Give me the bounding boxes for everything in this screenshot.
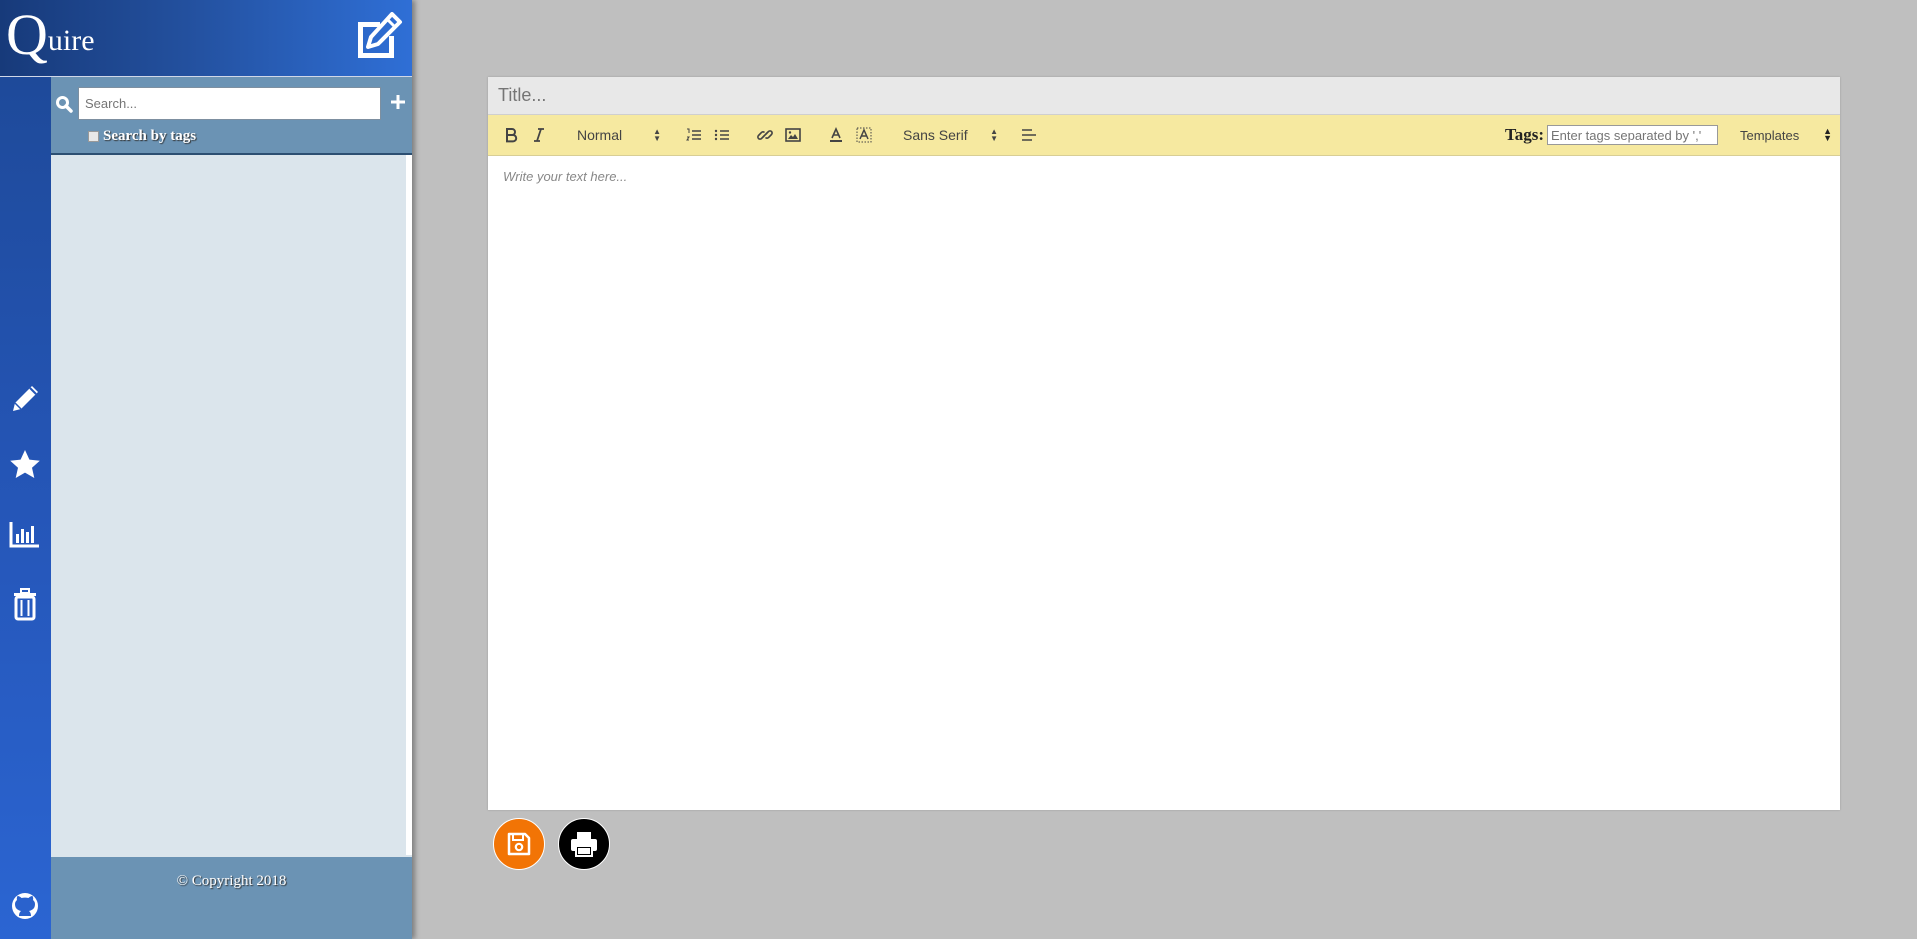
body-placeholder: Write your text here... [503,169,628,184]
bullet-list-button[interactable] [713,125,731,145]
templates-select[interactable]: Templates ▲ ▼ [1740,124,1836,146]
add-note-button[interactable] [387,86,409,116]
logo-rest: uire [47,24,95,57]
save-button[interactable] [493,818,545,870]
note-list[interactable] [51,155,412,855]
font-select[interactable]: Sans Serif ▲ ▼ [903,123,998,147]
select-arrows-icon: ▲ ▼ [990,127,998,143]
github-link[interactable] [8,889,42,923]
image-button[interactable] [784,125,802,145]
italic-button[interactable] [530,125,548,145]
search-input[interactable] [78,87,381,120]
brand-header: Quire [0,0,412,77]
font-select-value: Sans Serif [903,127,968,143]
tags-input[interactable] [1547,125,1718,145]
templates-label: Templates [1740,127,1800,143]
text-color-button[interactable] [827,125,845,145]
editor-toolbar: Normal ▲ ▼ Sans Serif ▲ ▼ Tags: Enter ta… [488,115,1840,156]
search-by-tags-checkbox[interactable] [88,131,99,142]
text-color-icon [830,127,842,142]
app: Quire Search... Search by tags © Copyrig… [0,0,1917,939]
bar-chart-icon [9,522,39,548]
tags-label: Tags: [1505,125,1545,144]
app-logo: Quire [6,6,95,64]
print-button[interactable] [558,818,610,870]
plus-icon [391,95,405,109]
ordered-list-button[interactable] [685,125,703,145]
image-icon [785,128,801,142]
sort-arrows-icon: ▲ ▼ [1823,126,1832,143]
search-area: Search by tags [51,77,412,155]
edit-square-icon [358,12,402,58]
stats-nav-button[interactable] [8,517,42,551]
background-color-icon [856,127,872,143]
pencil-icon [13,386,38,411]
sidebar: Quire Search... Search by tags © Copyrig… [0,0,412,939]
star-icon [10,450,40,478]
title-input[interactable] [488,77,1840,115]
link-button[interactable] [756,125,774,145]
search-icon [56,96,73,113]
edit-nav-button[interactable] [8,382,42,416]
ordered-list-icon [686,128,701,141]
search-by-tags-toggle[interactable]: Search by tags [88,128,196,145]
search-by-tags-label: Search by tags [103,128,197,144]
favorites-nav-button[interactable] [8,448,42,482]
icon-rail [0,77,51,939]
note-editor: Normal ▲▼ [488,77,1840,810]
editor-body[interactable]: Write your text here... [488,156,1840,810]
trash-icon [14,588,36,621]
github-icon [12,893,38,919]
new-note-button[interactable] [352,12,404,60]
background-color-button[interactable] [855,125,873,145]
bold-icon [506,128,518,143]
align-button[interactable] [1020,125,1038,145]
bold-button[interactable] [502,125,520,145]
select-arrows-icon: ▲ ▼ [653,127,661,143]
printer-icon [571,832,597,857]
trash-nav-button[interactable] [8,587,42,621]
header-select-value: Normal [577,127,623,143]
floppy-disk-icon [507,832,531,856]
copyright-text: © Copyright 2018 [176,873,287,889]
notes-panel: Search by tags © Copyright 2018 [51,77,412,939]
logo-initial: Q [6,2,48,67]
header-select[interactable]: Normal ▲ ▼ [577,123,661,147]
bullet-list-icon [714,129,729,141]
align-left-icon [1022,129,1036,141]
sidebar-footer: © Copyright 2018 [51,857,412,939]
link-icon [757,130,773,140]
italic-icon [534,128,544,142]
